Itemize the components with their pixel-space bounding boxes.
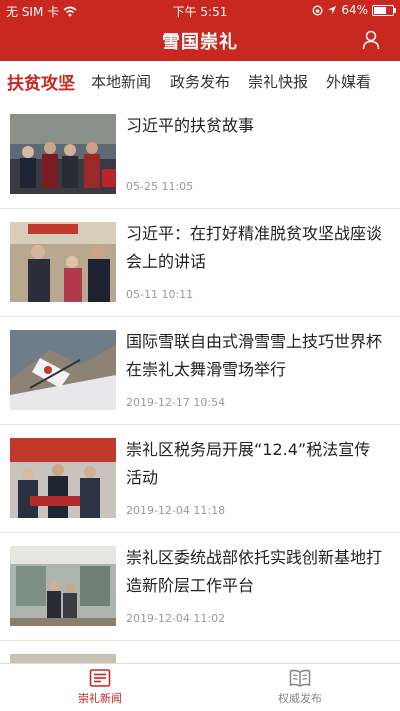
news-date: 2019-12-04 11:18 [126,504,226,517]
news-date: 2019-12-04 11:02 [126,612,226,625]
divider [0,316,400,317]
location-icon [328,6,337,14]
battery-level [374,6,386,14]
news-thumbnail [10,330,116,410]
category-tabs: 扶贫攻坚 本地新闻 政务发布 崇礼快报 外媒看 [0,61,400,101]
news-title: 崇礼区税务局开展“12.4”税法宣传活动 [126,440,371,487]
divider [0,532,400,533]
bottom-nav-label: 崇礼新闻 [78,692,122,705]
tab-poverty-alleviation[interactable]: 扶贫攻坚 [7,69,75,94]
divider [0,640,400,641]
news-thumbnail [10,222,116,302]
news-thumbnail [10,114,116,194]
user-icon[interactable] [362,30,380,50]
divider [0,424,400,425]
news-thumbnail [10,546,116,626]
news-thumbnail [10,438,116,518]
battery-icon [372,4,396,16]
tab-local-news[interactable]: 本地新闻 [91,71,151,92]
divider [0,208,400,209]
news-date: 2019-12-17 10:54 [126,396,226,409]
bottom-nav: 崇礼新闻 权威发布 [0,663,400,711]
battery-percent: 64% [341,3,368,17]
news-title: 习近平：在打好精准脱贫攻坚战座谈会上的讲话 [126,224,383,271]
status-bar: 无 SIM 卡 下午 5:51 64% [0,0,400,20]
tab-government-release[interactable]: 政务发布 [170,71,230,92]
page-title: 雪国崇礼 [162,32,238,53]
news-title: 国际雪联自由式滑雪雪上技巧世界杯 在崇礼太舞滑雪场举行 [126,332,383,379]
news-item[interactable]: 国际雪联自由式滑雪雪上技巧世界杯 在崇礼太舞滑雪场举行 2019-12-17 1… [0,320,400,428]
bottom-nav-official-release[interactable]: 权威发布 [240,668,360,706]
app-header: 无 SIM 卡 下午 5:51 64% 雪国崇礼 [0,0,400,61]
news-title: 习近平的扶贫故事 [126,116,255,135]
news-date: 05-11 10:11 [126,288,194,301]
news-date: 05-25 11:05 [126,180,194,193]
tab-foreign-media[interactable]: 外媒看 [326,71,371,92]
tab-chongli-express[interactable]: 崇礼快报 [248,71,308,92]
bottom-nav-label: 权威发布 [278,692,322,705]
orientation-lock-icon [312,5,323,15]
news-title: 崇礼区委统战部依托实践创新基地打造新阶层工作平台 [126,548,383,595]
news-item[interactable]: 崇礼区委统战部依托实践创新基地打造新阶层工作平台 2019-12-04 11:0… [0,536,400,644]
bottom-nav-chongli-news[interactable]: 崇礼新闻 [40,668,160,706]
news-item[interactable]: 崇礼区税务局开展“12.4”税法宣传活动 2019-12-04 11:18 [0,428,400,536]
newspaper-icon [89,669,111,687]
news-item[interactable]: 习近平：在打好精准脱贫攻坚战座谈会上的讲话 05-11 10:11 [0,212,400,320]
news-item-partial[interactable] [0,644,400,664]
news-item[interactable]: 习近平的扶贫故事 05-25 11:05 [0,104,400,212]
book-icon [289,669,311,687]
